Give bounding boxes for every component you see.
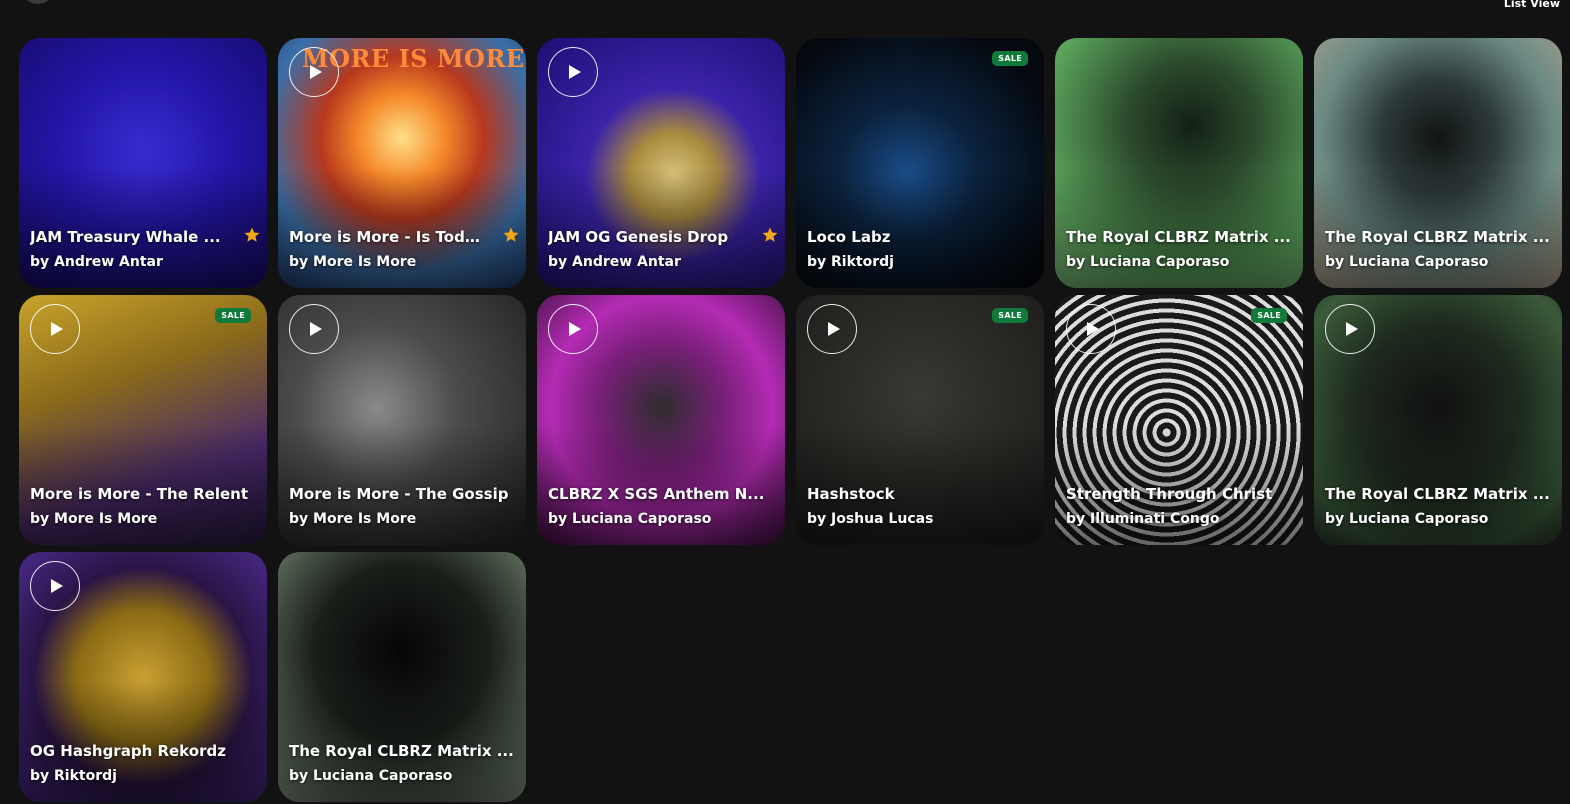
play-icon xyxy=(309,322,322,336)
play-icon xyxy=(1086,322,1099,336)
card-title: Strength Through Christ xyxy=(1066,485,1273,503)
list-view-toggle[interactable]: List View xyxy=(1504,0,1560,10)
nft-card[interactable]: SALE Strength Through Christ by Illuminati… xyxy=(1055,295,1303,545)
card-artist: by Luciana Caporaso xyxy=(1066,254,1230,270)
card-title: OG Hashgraph Rekordz xyxy=(30,742,226,760)
nft-card[interactable]: CLBRZ X SGS Anthem N... by Luciana Capora… xyxy=(537,295,785,545)
nft-card[interactable]: The Royal CLBRZ Matrix ... by Luciana Cap… xyxy=(278,552,526,802)
top-bar: List View xyxy=(0,0,1570,14)
play-button[interactable] xyxy=(289,304,339,354)
card-title: The Royal CLBRZ Matrix ... xyxy=(1325,485,1550,503)
card-title: The Royal CLBRZ Matrix ... xyxy=(289,742,514,760)
card-title: More is More - The Gossip xyxy=(289,485,509,503)
play-button[interactable] xyxy=(30,561,80,611)
card-title: More is More - The Relent xyxy=(30,485,248,503)
play-button[interactable] xyxy=(30,304,80,354)
play-button[interactable] xyxy=(548,47,598,97)
card-artist: by Luciana Caporaso xyxy=(289,768,453,784)
card-artist: by Illuminati Congo xyxy=(1066,511,1220,527)
card-title: JAM OG Genesis Drop xyxy=(548,228,729,246)
card-title: CLBRZ X SGS Anthem N... xyxy=(548,485,765,503)
card-artist: by Luciana Caporaso xyxy=(1325,254,1489,270)
nft-card[interactable]: The Royal CLBRZ Matrix ... by Luciana Cap… xyxy=(1055,38,1303,288)
avatar[interactable] xyxy=(22,0,54,4)
nft-card[interactable]: JAM Treasury Whale ... by Andrew Antar xyxy=(19,38,267,288)
card-title: The Royal CLBRZ Matrix ... xyxy=(1325,228,1550,246)
sale-badge: SALE xyxy=(992,51,1028,66)
sale-badge: SALE xyxy=(992,308,1028,323)
nft-card[interactable]: More is More - The Gossip by More Is More xyxy=(278,295,526,545)
card-title: Hashstock xyxy=(807,485,895,503)
play-icon xyxy=(568,322,581,336)
play-icon xyxy=(50,579,63,593)
nft-card[interactable]: MORE IS MORE More is More - Is Toda... by … xyxy=(278,38,526,288)
card-title: More is More - Is Toda... xyxy=(289,228,489,246)
play-icon xyxy=(309,65,322,79)
play-button[interactable] xyxy=(548,304,598,354)
play-icon xyxy=(50,322,63,336)
card-artist: by More Is More xyxy=(289,254,417,270)
play-icon xyxy=(568,65,581,79)
play-icon xyxy=(1345,322,1358,336)
nft-card[interactable]: The Royal CLBRZ Matrix ... by Luciana Cap… xyxy=(1314,295,1562,545)
card-artist: by Luciana Caporaso xyxy=(1325,511,1489,527)
sale-badge: SALE xyxy=(215,308,251,323)
play-button[interactable] xyxy=(1325,304,1375,354)
nft-card[interactable]: JAM OG Genesis Drop by Andrew Antar xyxy=(537,38,785,288)
star-icon[interactable] xyxy=(761,226,779,248)
play-icon xyxy=(827,322,840,336)
star-icon[interactable] xyxy=(502,226,520,248)
card-title: JAM Treasury Whale ... xyxy=(30,228,221,246)
card-artist: by More Is More xyxy=(30,511,158,527)
card-title: The Royal CLBRZ Matrix ... xyxy=(1066,228,1291,246)
card-artist: by Riktordj xyxy=(30,768,117,784)
card-artist: by Joshua Lucas xyxy=(807,511,934,527)
nft-card[interactable]: SALE Loco Labz by Riktordj xyxy=(796,38,1044,288)
nft-card[interactable]: The Royal CLBRZ Matrix ... by Luciana Cap… xyxy=(1314,38,1562,288)
card-title: Loco Labz xyxy=(807,228,891,246)
nft-card-grid: JAM Treasury Whale ... by Andrew Antar MOR… xyxy=(19,38,1562,802)
card-artist: by More Is More xyxy=(289,511,417,527)
play-button[interactable] xyxy=(1066,304,1116,354)
nft-card[interactable]: OG Hashgraph Rekordz by Riktordj xyxy=(19,552,267,802)
nft-card[interactable]: SALE Hashstock by Joshua Lucas xyxy=(796,295,1044,545)
card-artist: by Andrew Antar xyxy=(30,254,163,270)
play-button[interactable] xyxy=(289,47,339,97)
star-icon[interactable] xyxy=(243,226,261,248)
card-artist: by Andrew Antar xyxy=(548,254,681,270)
nft-card[interactable]: SALE More is More - The Relent by More Is … xyxy=(19,295,267,545)
sale-badge: SALE xyxy=(1251,308,1287,323)
card-artist: by Luciana Caporaso xyxy=(548,511,712,527)
card-artist: by Riktordj xyxy=(807,254,894,270)
play-button[interactable] xyxy=(807,304,857,354)
